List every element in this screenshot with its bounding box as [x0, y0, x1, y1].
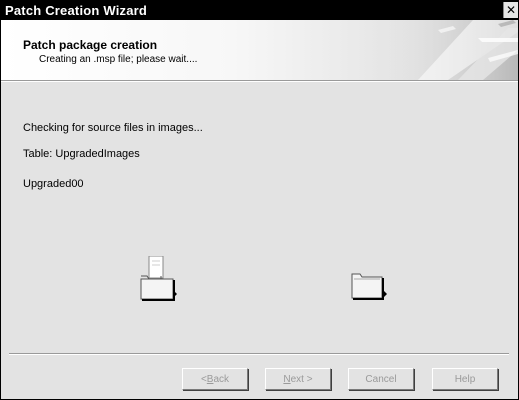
folder-icon	[351, 273, 387, 300]
next-button[interactable]: Next >	[265, 368, 331, 390]
status-line-checking: Checking for source files in images...	[23, 122, 203, 134]
status-line-image: Upgraded00	[23, 178, 84, 190]
back-button-accelerator: B	[206, 373, 214, 385]
wizard-header: Patch package creation Creating an .msp …	[1, 20, 518, 81]
status-line-table: Table: UpgradedImages	[23, 148, 140, 160]
header-subtitle: Creating an .msp file; please wait....	[39, 54, 198, 65]
button-bar-divider	[9, 353, 509, 355]
cancel-button[interactable]: Cancel	[348, 368, 414, 390]
next-button-label: ext >	[290, 373, 313, 385]
folder-with-document-icon	[140, 256, 177, 301]
header-banner-graphic	[378, 20, 518, 80]
header-divider	[1, 81, 518, 82]
title-bar[interactable]: Patch Creation Wizard ✕	[1, 1, 518, 20]
close-icon: ✕	[505, 3, 517, 17]
header-title: Patch package creation	[23, 38, 158, 52]
help-button[interactable]: Help	[432, 368, 498, 390]
window-title: Patch Creation Wizard	[5, 3, 148, 18]
patch-creation-wizard-window: Patch Creation Wizard ✕ Patch package cr…	[0, 0, 519, 400]
back-button[interactable]: < Back	[182, 368, 248, 390]
next-button-accelerator: N	[283, 373, 291, 385]
back-button-label: ack	[213, 373, 230, 385]
close-button[interactable]: ✕	[503, 2, 518, 18]
